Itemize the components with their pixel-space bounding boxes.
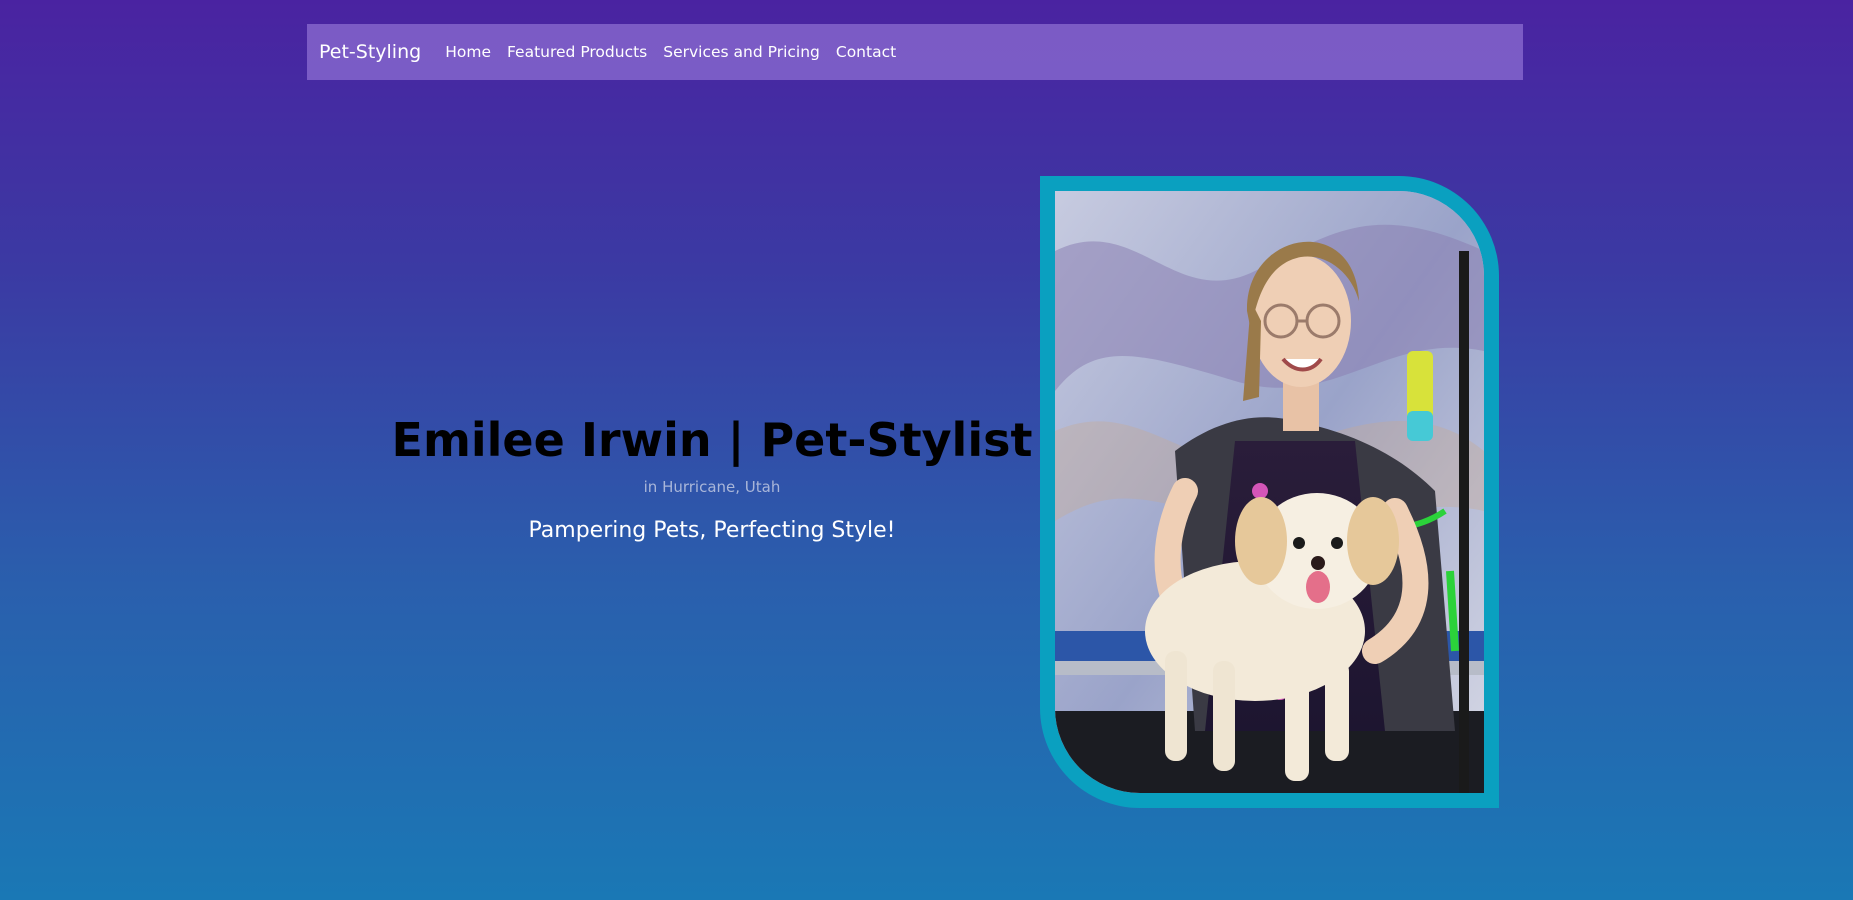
- nav-link-featured-products[interactable]: Featured Products: [507, 43, 647, 61]
- hero-section: Emilee Irwin | Pet-Stylist in Hurricane,…: [380, 410, 1044, 543]
- nav-link-home[interactable]: Home: [445, 43, 491, 61]
- nav-link-services-pricing[interactable]: Services and Pricing: [663, 43, 820, 61]
- brand-link[interactable]: Pet-Styling: [319, 41, 421, 63]
- groomer-with-dog-photo: [1055, 191, 1484, 793]
- hero-location: in Hurricane, Utah: [643, 478, 781, 496]
- nav-link-contact[interactable]: Contact: [836, 43, 896, 61]
- hero-tagline: Pampering Pets, Perfecting Style!: [528, 518, 896, 543]
- photo-illustration: [1055, 191, 1484, 793]
- photo-frame: [1040, 176, 1499, 808]
- hero-title: Emilee Irwin | Pet-Stylist: [391, 413, 1033, 467]
- top-navbar: Pet-Styling Home Featured Products Servi…: [307, 24, 1523, 80]
